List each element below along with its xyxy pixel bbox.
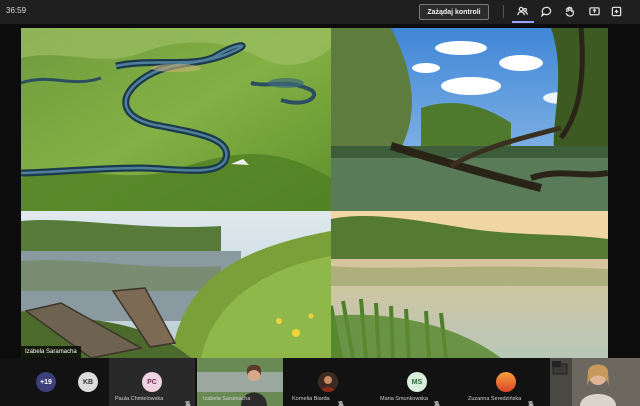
participant-name: Paula Chmielowska xyxy=(115,396,164,402)
participant-tile-paula[interactable]: PC Paula Chmielowska xyxy=(109,358,195,406)
participants-active-indicator xyxy=(512,21,534,23)
overflow-participants-badge[interactable]: +19 xyxy=(36,372,56,392)
chat-icon[interactable] xyxy=(540,5,553,18)
mic-off-icon xyxy=(185,395,191,406)
photo-river-meanders xyxy=(21,28,331,211)
participant-avatar-ms[interactable]: MS xyxy=(407,372,427,392)
participants-icon[interactable] xyxy=(516,5,529,18)
photo-misty-river-sunrise xyxy=(331,211,608,358)
participant-avatar-kornelia[interactable] xyxy=(318,372,338,392)
shared-screen-stage: Izabela Saramacha xyxy=(0,24,640,358)
participant-avatar-pc: PC xyxy=(142,372,162,392)
meeting-timer: 36:59 xyxy=(6,6,27,15)
mic-off-icon xyxy=(338,395,344,406)
participant-avatar-zuzanna[interactable] xyxy=(496,372,516,392)
participant-avatar-kb[interactable]: KB xyxy=(78,372,98,392)
more-options-icon[interactable] xyxy=(610,5,623,18)
participant-name-maria: Maria Smunkowska xyxy=(380,396,428,402)
meeting-toolbar: 36:59 Zażądaj kontroli xyxy=(0,0,640,24)
profile-photo xyxy=(318,372,338,392)
record-icon xyxy=(552,361,561,367)
self-video-tile[interactable] xyxy=(550,358,640,406)
profile-photo xyxy=(496,372,516,392)
reactions-icon[interactable] xyxy=(563,5,576,18)
participant-name: Izabela Saramacha xyxy=(203,396,251,402)
share-screen-icon[interactable] xyxy=(588,5,601,18)
participant-tile-izabela[interactable]: Izabela Saramacha xyxy=(197,358,283,406)
photo-boats-on-riverbank xyxy=(21,211,331,358)
mic-off-icon xyxy=(528,395,534,406)
participant-name-kornelia: Kornelia Biarda xyxy=(292,396,330,402)
mic-off-icon xyxy=(434,395,440,406)
toolbar-divider xyxy=(503,5,504,18)
participant-strip: +19 KB PC Paula Chmielowska Izabela Sara… xyxy=(0,358,640,406)
participant-name-zuzanna: Zuzanna Seredzińska xyxy=(468,396,522,402)
shared-screen[interactable]: Izabela Saramacha xyxy=(21,28,608,358)
sharer-name-label: Izabela Saramacha xyxy=(21,346,81,358)
photo-tree-over-river xyxy=(331,28,608,211)
self-video xyxy=(550,358,640,406)
request-control-button[interactable]: Zażądaj kontroli xyxy=(419,4,489,20)
